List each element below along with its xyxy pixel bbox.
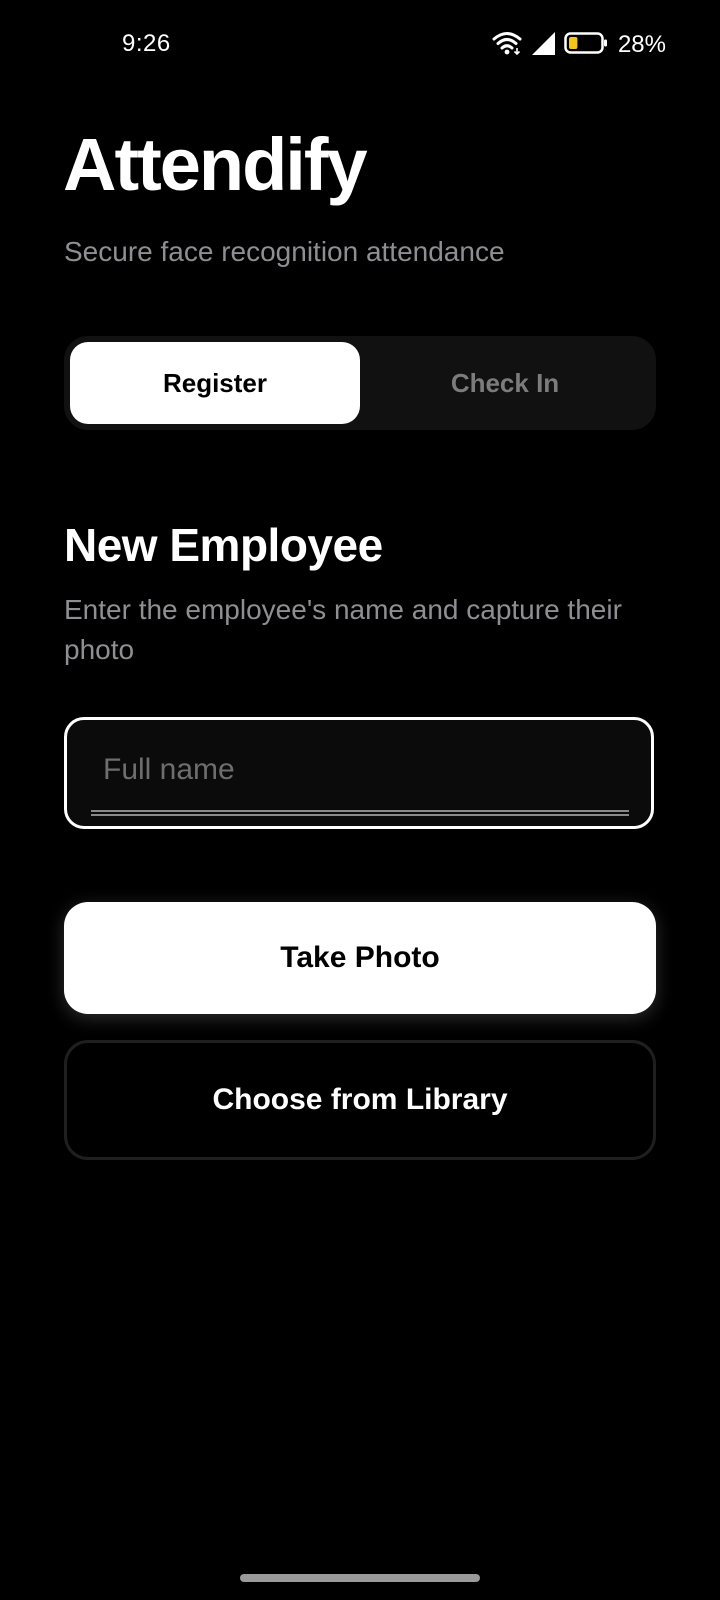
wifi-icon xyxy=(492,30,522,61)
full-name-field[interactable] xyxy=(64,717,654,829)
cellular-signal-icon xyxy=(530,30,556,61)
tab-register[interactable]: Register xyxy=(70,342,360,424)
home-indicator[interactable] xyxy=(240,1574,480,1582)
status-time: 9:26 xyxy=(122,30,171,57)
mode-segmented-control: Register Check In xyxy=(64,336,656,430)
take-photo-button[interactable]: Take Photo xyxy=(64,902,656,1014)
status-bar: 9:26 28% xyxy=(0,0,720,92)
section-title: New Employee xyxy=(64,519,383,571)
app-title: Attendify xyxy=(63,123,368,206)
battery-icon xyxy=(564,31,608,60)
input-underline xyxy=(91,810,629,816)
full-name-input[interactable] xyxy=(103,720,613,820)
app-subtitle: Secure face recognition attendance xyxy=(64,236,505,267)
status-icons: 28% xyxy=(492,30,666,60)
section-description: Enter the employee's name and capture th… xyxy=(64,594,622,665)
choose-from-library-button[interactable]: Choose from Library xyxy=(64,1040,656,1160)
battery-percent: 28% xyxy=(617,31,666,58)
tab-check-in[interactable]: Check In xyxy=(360,342,650,424)
